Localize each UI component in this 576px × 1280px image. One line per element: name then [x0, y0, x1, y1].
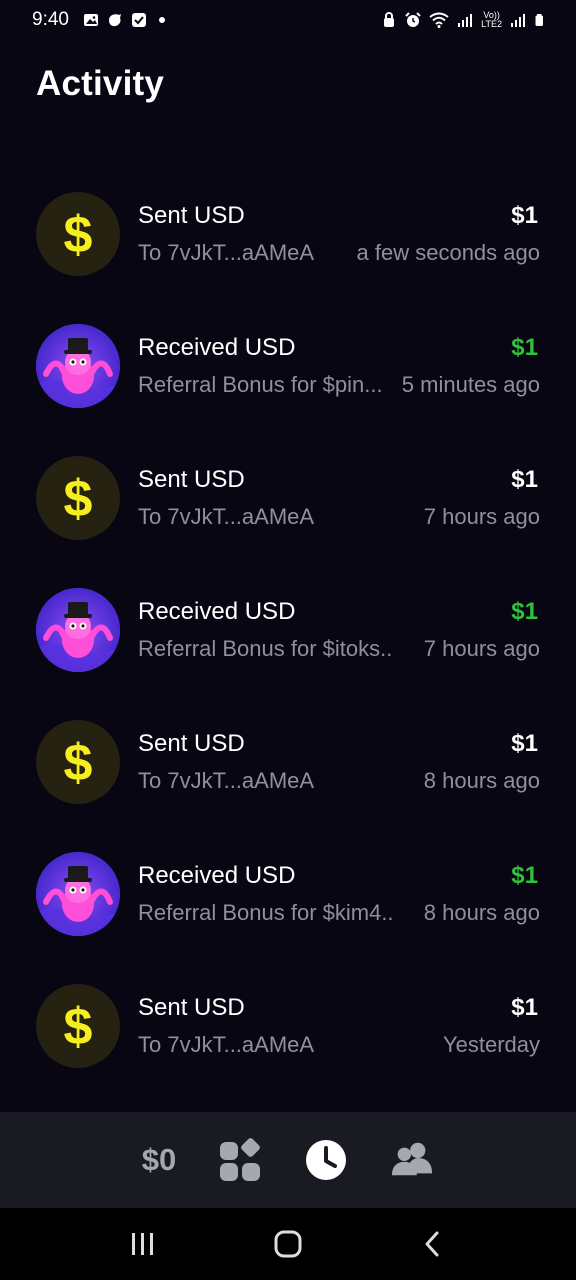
- activity-row[interactable]: Received USD $1 Referral Bonus for $itoks.…: [0, 576, 576, 708]
- activity-amount: $1: [511, 862, 538, 889]
- activity-row[interactable]: $ Sent USD $1 To 7vJkT...aAMeA 7 hours ago: [0, 444, 576, 576]
- activity-time: Yesterday: [442, 1032, 540, 1057]
- network-label: Vo)) LTE2: [481, 10, 502, 29]
- activity-amount: $1: [511, 334, 538, 361]
- activity-row[interactable]: Received USD $1 Referral Bonus for $kim4..…: [0, 840, 576, 972]
- apps-icon: [220, 1138, 261, 1181]
- people-icon: [392, 1142, 433, 1176]
- activity-amount: $1: [511, 730, 538, 757]
- page-title: Activity: [36, 64, 165, 103]
- svg-text:$: $: [64, 470, 93, 528]
- status-time: 9:40: [32, 9, 69, 30]
- svg-text:$: $: [64, 206, 93, 264]
- activity-time: a few seconds ago: [356, 240, 540, 265]
- activity-row[interactable]: $ Sent USD $1 To 7vJkT...aAMeA a few seconds…: [0, 180, 576, 312]
- nav-activity[interactable]: [304, 1138, 348, 1182]
- nav-balance[interactable]: $0: [142, 1138, 176, 1182]
- status-bar: 9:40 Vo)) LTE2: [0, 0, 576, 40]
- svg-text:$: $: [64, 734, 93, 792]
- profile-avatar: [36, 852, 120, 936]
- activity-title: Received USD: [138, 334, 296, 361]
- activity-subtitle: Referral Bonus for $kim4...: [138, 900, 393, 925]
- activity-subtitle: Referral Bonus for $itoks...: [138, 636, 393, 661]
- nav-friends[interactable]: [390, 1138, 434, 1182]
- alarm-icon: [405, 12, 421, 27]
- wifi-icon: [429, 12, 449, 28]
- activity-time: 7 hours ago: [423, 504, 540, 529]
- checkbox-notification-icon: [131, 13, 146, 27]
- system-nav-bar: [0, 1208, 576, 1280]
- activity-amount: $1: [511, 466, 538, 493]
- profile-avatar: [36, 588, 120, 672]
- home-icon: [274, 1230, 302, 1258]
- dollar-icon: $: [36, 984, 120, 1068]
- back-button[interactable]: [413, 1224, 453, 1264]
- activity-time: 8 hours ago: [423, 768, 540, 793]
- dollar-icon: $: [36, 192, 120, 276]
- recent-apps-button[interactable]: [123, 1224, 163, 1264]
- clock-icon: [306, 1140, 347, 1180]
- activity-title: Received USD: [138, 598, 296, 625]
- signal-2-icon: [511, 14, 525, 27]
- activity-time: 5 minutes ago: [401, 372, 540, 397]
- activity-amount: $1: [511, 994, 538, 1021]
- home-button[interactable]: [268, 1224, 308, 1264]
- activity-title: Sent USD: [138, 466, 245, 493]
- activity-row[interactable]: $ Sent USD $1 To 7vJkT...aAMeA 8 hours ago: [0, 708, 576, 840]
- more-notifications-dot: [158, 17, 165, 23]
- bottom-nav: $0: [0, 1112, 576, 1208]
- activity-subtitle: To 7vJkT...aAMeA: [138, 240, 315, 265]
- back-icon: [425, 1231, 439, 1257]
- app-notification-icon: [108, 14, 121, 27]
- activity-time: 8 hours ago: [423, 900, 540, 925]
- activity-row[interactable]: Received USD $1 Referral Bonus for $pin...…: [0, 312, 576, 444]
- activity-subtitle: To 7vJkT...aAMeA: [138, 768, 315, 793]
- activity-title: Sent USD: [138, 730, 245, 757]
- activity-subtitle: To 7vJkT...aAMeA: [138, 504, 315, 529]
- activity-list: $ Sent USD $1 To 7vJkT...aAMeA a few seconds…: [0, 180, 576, 1104]
- dollar-icon: $: [36, 456, 120, 540]
- screen: 9:40 Vo)) LTE2 Activity $ Sent USD $1 To 7v…: [0, 0, 576, 1280]
- activity-row[interactable]: $ Sent USD $1 To 7vJkT...aAMeA Yesterday: [0, 972, 576, 1104]
- activity-title: Sent USD: [138, 994, 245, 1021]
- svg-text:$: $: [64, 998, 93, 1056]
- activity-amount: $1: [511, 598, 538, 625]
- nav-apps[interactable]: [218, 1138, 262, 1182]
- gallery-notification-icon: [83, 14, 98, 26]
- activity-subtitle: Referral Bonus for $pin...: [138, 372, 383, 397]
- status-right: Vo)) LTE2: [381, 11, 546, 29]
- security-icon: [384, 12, 395, 27]
- activity-amount: $1: [511, 202, 538, 229]
- status-left: 9:40: [32, 9, 165, 31]
- activity-time: 7 hours ago: [423, 636, 540, 661]
- activity-title: Received USD: [138, 862, 296, 889]
- recent-apps-icon: [131, 1233, 153, 1255]
- activity-title: Sent USD: [138, 202, 245, 229]
- activity-subtitle: To 7vJkT...aAMeA: [138, 1032, 315, 1057]
- battery-icon: [535, 14, 543, 26]
- signal-1-icon: [458, 14, 473, 27]
- profile-avatar: [36, 324, 120, 408]
- dollar-icon: $: [36, 720, 120, 804]
